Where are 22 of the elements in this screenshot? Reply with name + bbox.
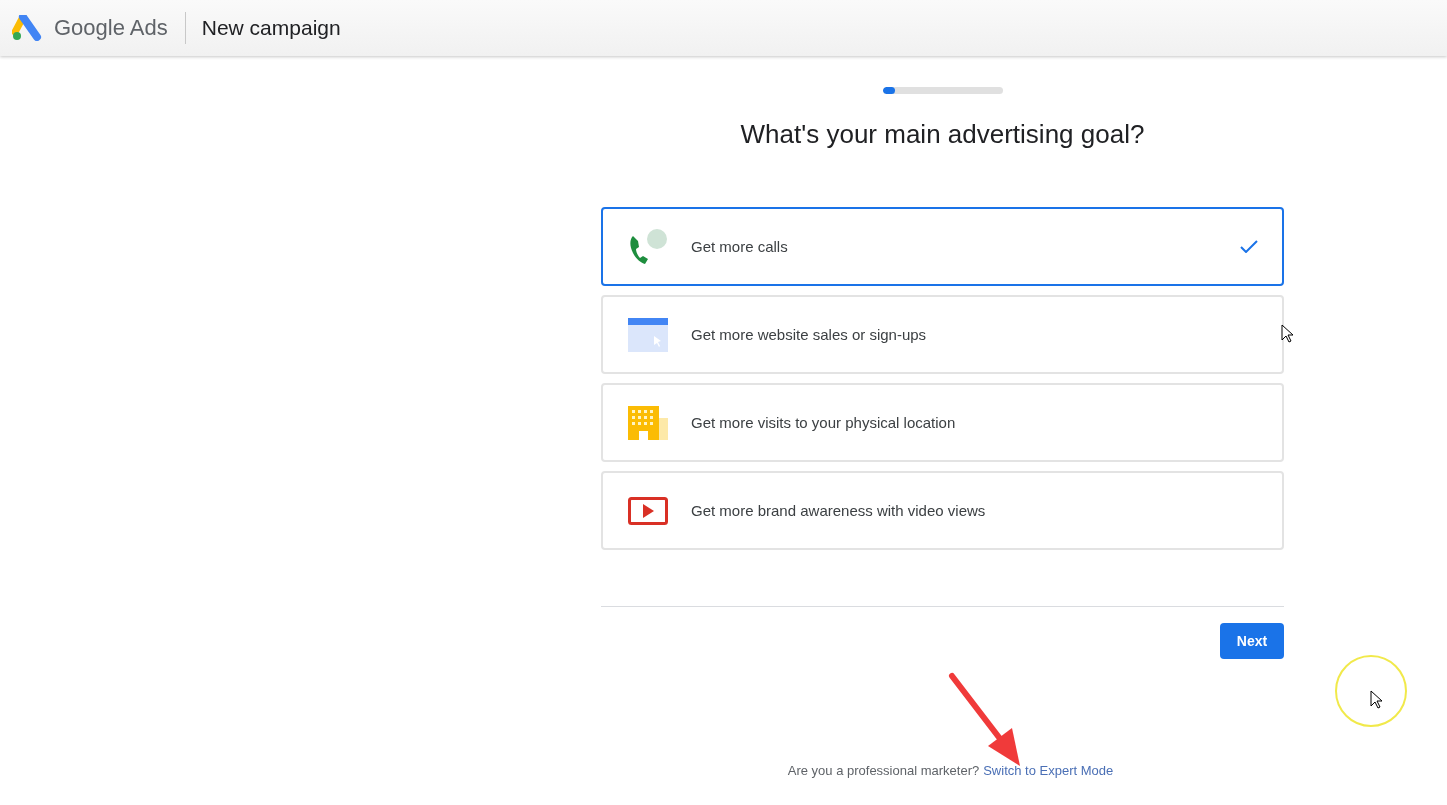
mouse-pointer-icon [1281, 324, 1293, 343]
phone-icon [627, 227, 669, 266]
goal-label: Get more website sales or sign-ups [691, 326, 928, 343]
brand-name: Google Ads [54, 15, 168, 41]
expert-mode-prompt: Are you a professional marketer? [787, 763, 980, 778]
checkmark-icon [1240, 240, 1258, 253]
logo-icon [12, 15, 42, 41]
goal-label: Get more brand awareness with video views [691, 502, 987, 519]
goal-label: Get more visits to your physical location [691, 414, 957, 431]
goal-option[interactable]: Get more visits to your physical location [601, 383, 1284, 462]
expert-mode-link[interactable]: Switch to Expert Mode [983, 763, 1114, 778]
goal-option[interactable]: Get more website sales or sign-ups [601, 295, 1284, 374]
goal-option[interactable]: Get more calls [601, 207, 1284, 286]
goal-label: Get more calls [691, 238, 789, 255]
browser-window-icon [628, 317, 668, 352]
mouse-pointer-icon [1370, 690, 1382, 709]
page-title: New campaign [201, 16, 341, 40]
next-button[interactable]: Next [1220, 623, 1284, 659]
goal-option[interactable]: Get more brand awareness with video views [601, 471, 1284, 550]
video-play-icon [628, 496, 668, 525]
building-icon [628, 405, 668, 440]
question-heading: What's your main advertising goal? [739, 119, 1146, 150]
